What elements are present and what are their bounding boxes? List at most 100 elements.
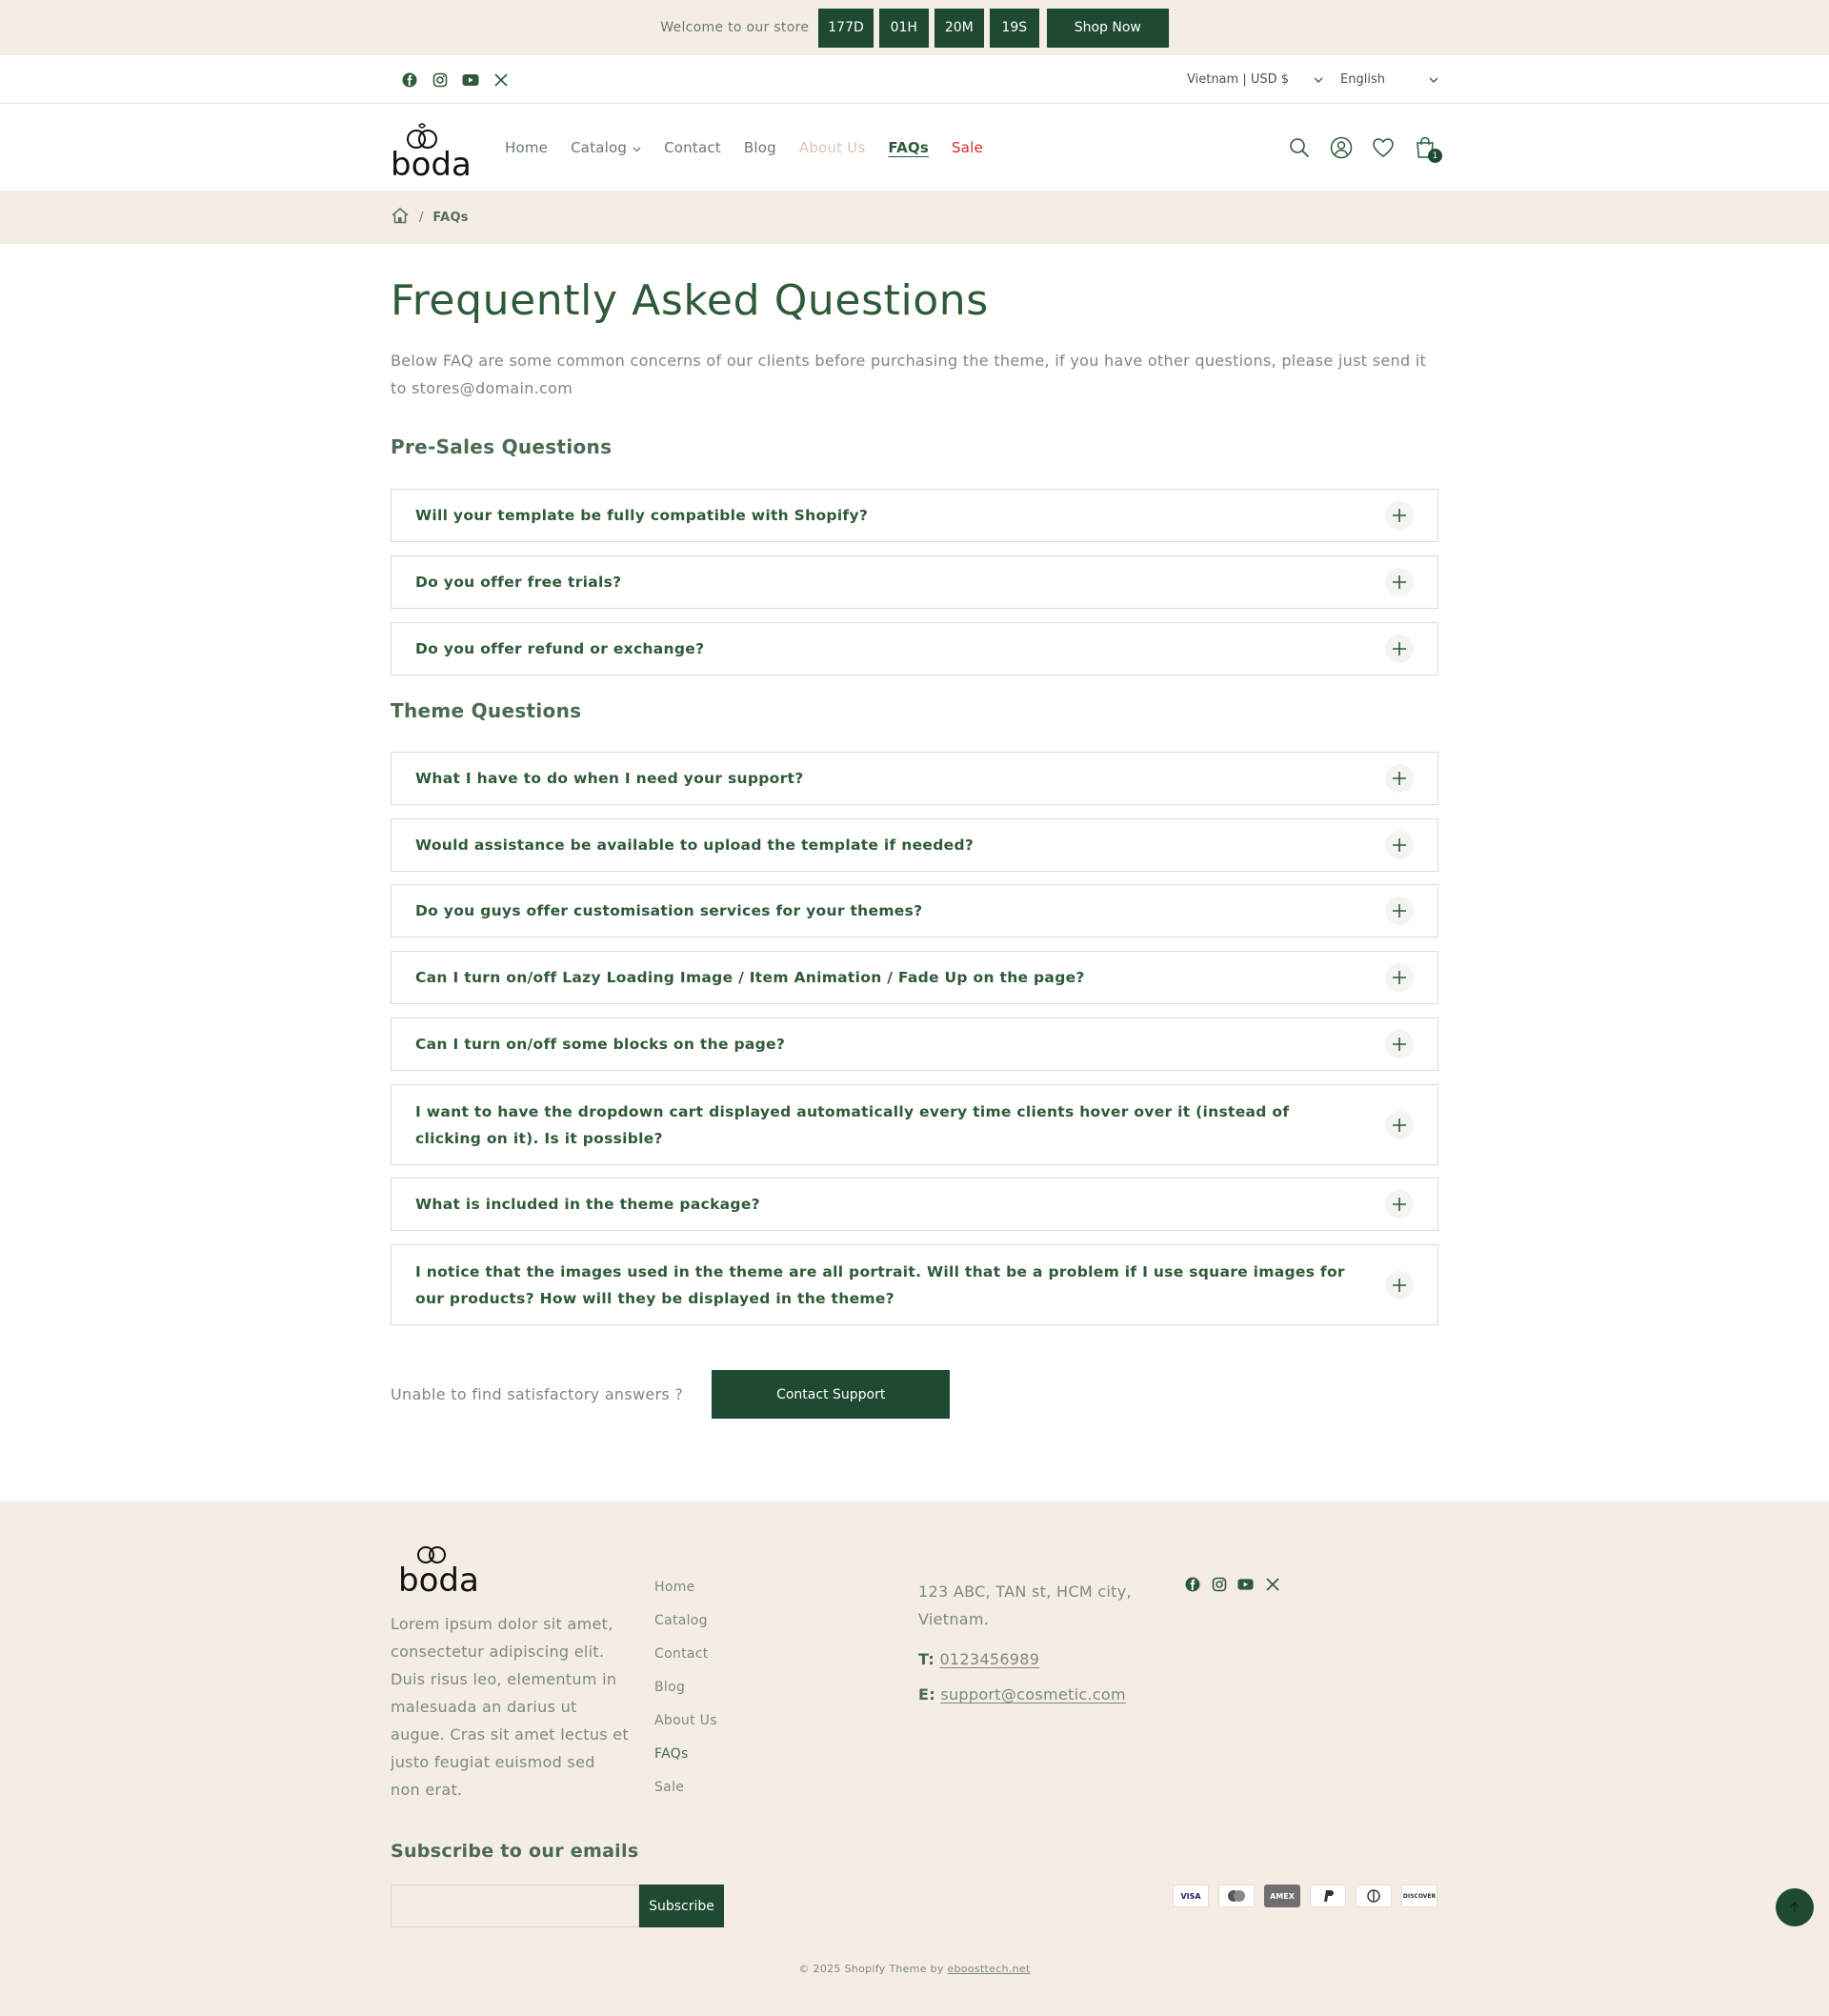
youtube-icon[interactable] (1237, 1576, 1254, 1592)
email-link[interactable]: support@cosmetic.com (940, 1685, 1126, 1704)
header-social-links (391, 71, 510, 89)
faq-question: Will your template be fully compatible w… (415, 507, 869, 524)
plus-icon (1385, 764, 1414, 793)
faq-question: Can I turn on/off Lazy Loading Image / I… (415, 969, 1085, 986)
contact-support-row: Unable to find satisfactory answers ? Co… (391, 1370, 951, 1419)
countdown-seconds: 19S (989, 8, 1039, 48)
page-title: Frequently Asked Questions (391, 276, 989, 325)
faq-question: Would assistance be available to upload … (415, 837, 975, 854)
plus-icon (1385, 897, 1414, 925)
utility-bar: Vietnam | USD $ English (0, 55, 1829, 104)
breadcrumb-separator: / (419, 210, 424, 225)
faq-item[interactable]: I want to have the dropdown cart display… (391, 1084, 1438, 1165)
country-currency-label: Vietnam | USD $ (1187, 72, 1290, 87)
visa-icon: VISA (1173, 1885, 1209, 1907)
mastercard-icon (1218, 1885, 1255, 1907)
plus-icon (1385, 963, 1414, 992)
plus-icon (1385, 568, 1414, 596)
footer-menu: Home Catalog Contact Blog About Us FAQs … (654, 1580, 717, 1798)
section-title-pre-sales: Pre-Sales Questions (391, 435, 613, 458)
email-label: E: (918, 1685, 935, 1704)
footer-link-sale[interactable]: Sale (654, 1780, 717, 1798)
nav-home[interactable]: Home (505, 139, 548, 156)
header-container: boda Home Catalog Contact Blog About Us … (391, 105, 1442, 191)
footer-contact-info: 123 ABC, TAN st, HCM city, Vietnam. T: 0… (918, 1578, 1156, 1704)
footer-logo[interactable]: boda (396, 1543, 479, 1601)
subscribe-email-input[interactable] (391, 1885, 639, 1927)
faq-item[interactable]: Would assistance be available to upload … (391, 818, 1438, 872)
faq-question: Do you offer refund or exchange? (415, 640, 705, 657)
copyright-link[interactable]: eboosttech.net (947, 1963, 1030, 1975)
language-label: English (1340, 72, 1385, 87)
plus-icon (1385, 1190, 1414, 1219)
countdown-days: 177D (818, 8, 874, 48)
plus-icon (1385, 501, 1414, 530)
youtube-icon[interactable] (462, 71, 479, 89)
faq-item[interactable]: Do you offer refund or exchange? (391, 622, 1438, 675)
cart-icon[interactable]: 1 (1414, 136, 1442, 163)
footer-address: 123 ABC, TAN st, HCM city, Vietnam. (918, 1583, 1132, 1628)
faq-item[interactable]: Will your template be fully compatible w… (391, 489, 1438, 542)
faq-item[interactable]: Do you guys offer customisation services… (391, 884, 1438, 937)
faq-item[interactable]: I notice that the images used in the the… (391, 1244, 1438, 1325)
nav-catalog[interactable]: Catalog (571, 139, 641, 156)
language-selector[interactable]: English (1340, 72, 1438, 87)
facebook-icon[interactable] (1184, 1576, 1200, 1592)
nav-catalog-label: Catalog (571, 139, 628, 156)
x-twitter-icon[interactable] (492, 71, 510, 89)
x-twitter-icon[interactable] (1264, 1576, 1280, 1592)
footer-link-home[interactable]: Home (654, 1580, 717, 1598)
footer-link-blog[interactable]: Blog (654, 1680, 717, 1698)
footer-email: E: support@cosmetic.com (918, 1685, 1156, 1704)
phone-link[interactable]: 0123456989 (939, 1650, 1039, 1668)
amex-icon: AMEX (1264, 1885, 1300, 1907)
account-icon[interactable] (1330, 136, 1353, 159)
faq-item[interactable]: Do you offer free trials? (391, 555, 1438, 609)
country-currency-selector[interactable]: Vietnam | USD $ (1187, 72, 1323, 87)
nav-sale[interactable]: Sale (952, 139, 983, 156)
faq-intro: Below FAQ are some common concerns of ou… (391, 352, 1427, 397)
site-footer: boda Lorem ipsum dolor sit amet, consect… (0, 1502, 1829, 2016)
home-icon[interactable] (391, 207, 410, 228)
faq-item[interactable]: Can I turn on/off some blocks on the pag… (391, 1018, 1438, 1071)
facebook-icon[interactable] (401, 71, 418, 89)
site-logo[interactable]: boda (391, 118, 472, 184)
footer-about-text: Lorem ipsum dolor sit amet, consectetur … (391, 1615, 630, 1799)
subscribe-button[interactable]: Subscribe (639, 1885, 724, 1927)
instagram-icon[interactable] (432, 71, 449, 89)
instagram-icon[interactable] (1211, 1576, 1227, 1592)
nav-faqs[interactable]: FAQs (888, 139, 929, 156)
arrow-up-icon (1789, 1899, 1800, 1917)
copyright: © 2025 Shopify Theme by eboosttech.net (0, 1963, 1829, 1975)
breadcrumb: / FAQs (0, 191, 1829, 244)
faq-question: What is included in the theme package? (415, 1196, 760, 1213)
back-to-top-button[interactable] (1776, 1888, 1814, 1926)
welcome-text: Welcome to our store (660, 20, 810, 35)
section-title-theme: Theme Questions (391, 699, 582, 722)
nav-contact[interactable]: Contact (664, 139, 721, 156)
nav-blog[interactable]: Blog (744, 139, 776, 156)
footer-phone: T: 0123456989 (918, 1650, 1156, 1668)
countdown-minutes: 20M (934, 8, 984, 48)
diners-icon (1356, 1885, 1392, 1907)
faq-question: Can I turn on/off some blocks on the pag… (415, 1036, 786, 1053)
nav-about-us[interactable]: About Us (799, 139, 866, 156)
svg-text:boda: boda (391, 146, 469, 181)
plus-icon (1385, 635, 1414, 663)
wishlist-heart-icon[interactable] (1372, 136, 1395, 159)
faq-item[interactable]: Can I turn on/off Lazy Loading Image / I… (391, 951, 1438, 1004)
discover-icon: DISCOVER (1401, 1885, 1437, 1907)
footer-link-faqs[interactable]: FAQs (654, 1746, 717, 1764)
breadcrumb-current: FAQs (432, 210, 469, 225)
search-icon[interactable] (1288, 136, 1311, 159)
contact-support-label: Unable to find satisfactory answers ? (391, 1385, 684, 1403)
contact-support-button[interactable]: Contact Support (712, 1370, 951, 1419)
footer-link-catalog[interactable]: Catalog (654, 1613, 717, 1631)
chevron-down-icon (1429, 72, 1438, 87)
faq-item[interactable]: What I have to do when I need your suppo… (391, 752, 1438, 805)
footer-link-about-us[interactable]: About Us (654, 1713, 717, 1731)
footer-link-contact[interactable]: Contact (654, 1646, 717, 1664)
phone-label: T: (918, 1650, 935, 1668)
faq-item[interactable]: What is included in the theme package? (391, 1178, 1438, 1231)
shop-now-button[interactable]: Shop Now (1046, 8, 1169, 48)
